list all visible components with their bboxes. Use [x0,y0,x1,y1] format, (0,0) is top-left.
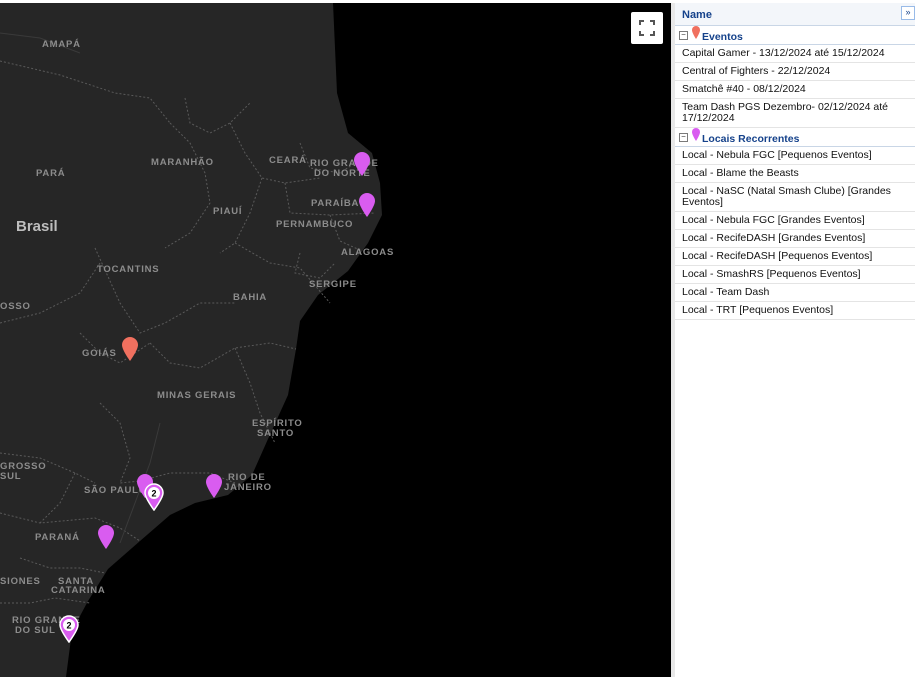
state-label-ms-2: SUL [0,471,22,482]
state-label-sergipe: SERGIPE [309,279,357,290]
purple-pin-icon [692,128,700,141]
state-label-rs-2: DO SUL [15,625,56,636]
list-item[interactable]: Central of Fighters - 22/12/2024 [675,63,915,81]
cluster-marker-porto-alegre[interactable]: 2 [59,615,79,643]
panel-header: Name » [675,3,915,26]
group-eventos[interactable]: − Eventos [675,26,915,45]
state-label-tocantins: TOCANTINS [97,264,160,275]
map-view[interactable]: AMAPÁ PARÁ Brasil MARANHÃO CEARÁ RIO GRA… [0,3,671,677]
map-marker-rio-de-janeiro[interactable] [205,473,223,499]
map-marker-natal[interactable] [353,151,371,177]
list-item[interactable]: Local - SmashRS [Pequenos Eventos] [675,266,915,284]
state-label-maranhao: MARANHÃO [151,157,214,168]
state-label-goias: GOIÁS [82,348,117,359]
legend-panel: Name » − Eventos Capital Gamer - 13/12/2… [671,3,915,677]
list-item[interactable]: Local - Nebula FGC [Grandes Eventos] [675,212,915,230]
state-label-paraiba: PARAÍBA [311,198,360,209]
red-pin-icon [692,26,700,39]
list-item[interactable]: Capital Gamer - 13/12/2024 até 15/12/202… [675,45,915,63]
state-label-es-2: SANTO [257,428,295,439]
state-label-misiones: SIONES [0,576,41,587]
state-label-parana: PARANÁ [35,532,80,543]
map-marker-joao-pessoa[interactable] [358,192,376,218]
map-base [0,3,382,677]
state-label-rj-2: JANEIRO [224,482,272,493]
list-item[interactable]: Local - RecifeDASH [Pequenos Eventos] [675,248,915,266]
state-label-sc-2: CATARINA [51,585,106,596]
list-item[interactable]: Local - TRT [Pequenos Eventos] [675,302,915,320]
state-label-ceara: CEARÁ [269,155,307,166]
state-label-alagoas: ALAGOAS [341,247,395,258]
collapse-panel-button[interactable]: » [901,6,915,20]
state-label-pernambuco: PERNAMBUCO [276,219,354,230]
group-toggle-locais[interactable]: − [679,133,688,142]
group-title-locais: Locais Recorrentes [702,133,800,145]
state-label-para: PARÁ [36,168,66,179]
group-toggle-eventos[interactable]: − [679,31,688,40]
list-item[interactable]: Local - Team Dash [675,284,915,302]
list-item[interactable]: Local - RecifeDASH [Grandes Eventos] [675,230,915,248]
state-label-piaui: PIAUÍ [213,206,243,217]
list-item[interactable]: Local - Nebula FGC [Pequenos Eventos] [675,147,915,165]
cluster-marker-sao-paulo[interactable]: 2 [144,483,164,511]
state-label-bahia: BAHIA [233,292,268,303]
panel-header-name: Name [682,9,712,21]
group-locais-recorrentes[interactable]: − Locais Recorrentes [675,128,915,147]
map-marker-curitiba[interactable] [97,524,115,550]
group-title-eventos: Eventos [702,31,743,43]
state-label-mato-grosso: OSSO [0,301,31,312]
map-marker-brasilia[interactable] [121,336,139,362]
country-label-brasil: Brasil [16,218,58,235]
list-item[interactable]: Smatchê #40 - 08/12/2024 [675,81,915,99]
fullscreen-button[interactable] [631,12,663,44]
cluster-count-sao-paulo: 2 [151,489,156,499]
list-item[interactable]: Local - Blame the Beasts [675,165,915,183]
list-item[interactable]: Local - NaSC (Natal Smash Clube) [Grande… [675,183,915,212]
fullscreen-icon [639,20,655,36]
list-item[interactable]: Team Dash PGS Dezembro- 02/12/2024 até 1… [675,99,915,128]
state-label-amapa: AMAPÁ [42,39,81,50]
state-label-minas-gerais: MINAS GERAIS [157,390,237,401]
cluster-count-porto-alegre: 2 [66,621,71,631]
